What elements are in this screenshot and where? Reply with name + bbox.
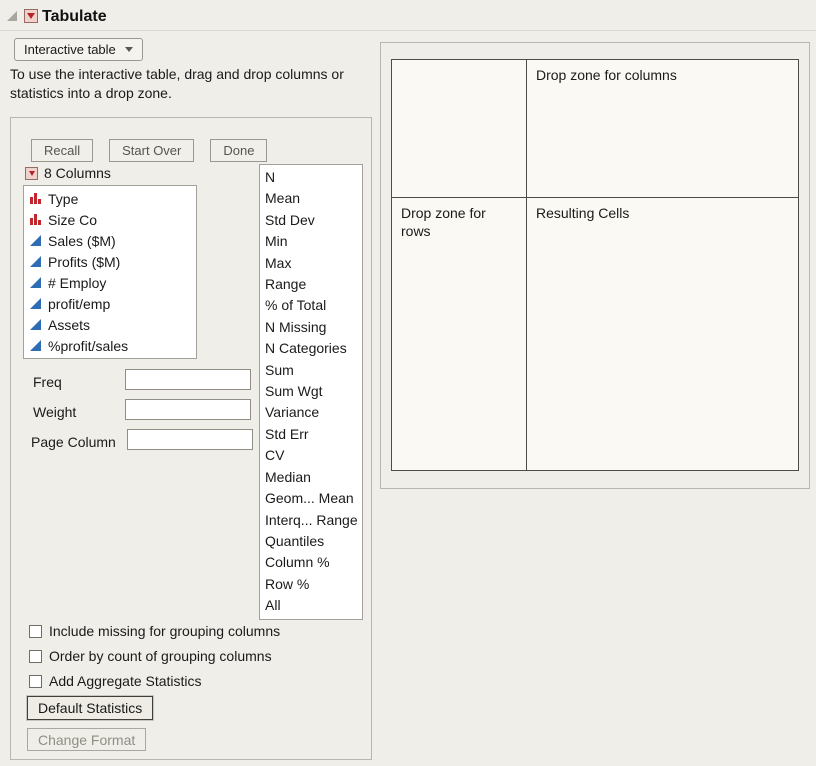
columns-header: 8 Columns [25, 165, 111, 181]
change-format-button[interactable]: Change Format [27, 728, 146, 751]
statistic-item[interactable]: N [260, 167, 362, 188]
columns-list: Type Size Co Sales ($M) Profits ($M) # E… [23, 185, 197, 359]
statistic-item[interactable]: Range [260, 274, 362, 295]
weight-label: Weight [33, 404, 76, 420]
drop-zone-corner-cell[interactable] [392, 60, 527, 198]
red-triangle-glyph [29, 171, 35, 176]
column-item[interactable]: profit/emp [24, 293, 196, 314]
statistic-item[interactable]: Quantiles [260, 531, 362, 552]
drop-zone-table: Drop zone for columns Drop zone for rows… [391, 59, 799, 471]
column-item[interactable]: Assets [24, 314, 196, 335]
recall-button[interactable]: Recall [31, 139, 93, 162]
page-column-label: Page Column [31, 434, 116, 450]
column-item[interactable]: Sales ($M) [24, 230, 196, 251]
freq-input[interactable] [125, 369, 251, 390]
column-label: Type [48, 191, 78, 207]
columns-red-triangle-menu-icon[interactable] [25, 167, 38, 180]
nominal-column-icon [29, 213, 42, 226]
start-over-button[interactable]: Start Over [109, 139, 194, 162]
statistic-item[interactable]: N Categories [260, 338, 362, 359]
checkbox-order-by-count[interactable] [29, 650, 42, 663]
statistic-item[interactable]: CV [260, 445, 362, 466]
statistic-item[interactable]: Std Err [260, 424, 362, 445]
action-button-row: Recall Start Over Done [31, 139, 267, 162]
statistic-item[interactable]: Sum Wgt [260, 381, 362, 402]
tabulate-window: Tabulate Interactive table To use the in… [0, 0, 816, 766]
statistic-item[interactable]: Interq... Range [260, 510, 362, 531]
column-item[interactable]: # Employ [24, 272, 196, 293]
column-item[interactable]: Type [24, 188, 196, 209]
chevron-down-icon [125, 47, 133, 52]
continuous-column-icon [29, 255, 42, 268]
statistic-item[interactable]: Geom... Mean [260, 488, 362, 509]
drop-zone-columns[interactable]: Drop zone for columns [527, 60, 798, 198]
continuous-column-icon [29, 276, 42, 289]
column-label: %profit/sales [48, 338, 128, 354]
column-item[interactable]: Size Co [24, 209, 196, 230]
statistic-item[interactable]: Mean [260, 188, 362, 209]
column-label: Sales ($M) [48, 233, 116, 249]
checkbox-row-order-by-count[interactable]: Order by count of grouping columns [29, 648, 272, 664]
page-title: Tabulate [42, 8, 107, 26]
default-statistics-button[interactable]: Default Statistics [27, 696, 153, 720]
resulting-cells-zone[interactable]: Resulting Cells [527, 198, 798, 470]
column-label: # Employ [48, 275, 106, 291]
red-triangle-glyph [27, 13, 35, 19]
checkbox-label: Include missing for grouping columns [49, 623, 280, 639]
freq-label: Freq [33, 374, 62, 390]
statistic-item[interactable]: % of Total [260, 295, 362, 316]
page-column-input[interactable] [127, 429, 253, 450]
platform-title-bar: Tabulate [0, 0, 816, 30]
helper-text: To use the interactive table, drag and d… [10, 65, 372, 103]
statistic-item[interactable]: N Missing [260, 317, 362, 338]
checkbox-include-missing[interactable] [29, 625, 42, 638]
table-mode-value: Interactive table [24, 42, 116, 57]
column-label: Assets [48, 317, 90, 333]
checkbox-label: Order by count of grouping columns [49, 648, 272, 664]
drop-zone-rows[interactable]: Drop zone for rows [392, 198, 527, 470]
statistic-item[interactable]: All [260, 595, 362, 616]
disclosure-triangle-icon[interactable] [7, 11, 17, 21]
red-triangle-menu-icon[interactable] [24, 9, 38, 23]
statistic-item[interactable]: Sum [260, 360, 362, 381]
control-panel: Recall Start Over Done 8 Columns Type Si… [10, 117, 372, 760]
table-mode-select[interactable]: Interactive table [14, 38, 143, 61]
weight-input[interactable] [125, 399, 251, 420]
column-item[interactable]: %profit/sales [24, 335, 196, 356]
checkbox-row-include-missing[interactable]: Include missing for grouping columns [29, 623, 280, 639]
statistic-item[interactable]: Std Dev [260, 210, 362, 231]
continuous-column-icon [29, 318, 42, 331]
statistic-item[interactable]: Max [260, 253, 362, 274]
column-label: Profits ($M) [48, 254, 120, 270]
column-label: profit/emp [48, 296, 110, 312]
columns-count-label: 8 Columns [44, 165, 111, 181]
done-button[interactable]: Done [210, 139, 267, 162]
checkbox-row-add-aggregate[interactable]: Add Aggregate Statistics [29, 673, 202, 689]
title-separator [0, 30, 816, 31]
continuous-column-icon [29, 297, 42, 310]
column-item[interactable]: Profits ($M) [24, 251, 196, 272]
statistic-item[interactable]: Column % [260, 552, 362, 573]
column-label: Size Co [48, 212, 97, 228]
statistic-item[interactable]: Min [260, 231, 362, 252]
continuous-column-icon [29, 234, 42, 247]
continuous-column-icon [29, 339, 42, 352]
nominal-column-icon [29, 192, 42, 205]
checkbox-add-aggregate[interactable] [29, 675, 42, 688]
statistic-item[interactable]: Median [260, 467, 362, 488]
statistic-item[interactable]: Row % [260, 574, 362, 595]
drop-zone-panel: Drop zone for columns Drop zone for rows… [380, 42, 810, 489]
statistics-list: N Mean Std Dev Min Max Range % of Total … [259, 164, 363, 620]
statistic-item[interactable]: Variance [260, 402, 362, 423]
checkbox-label: Add Aggregate Statistics [49, 673, 202, 689]
